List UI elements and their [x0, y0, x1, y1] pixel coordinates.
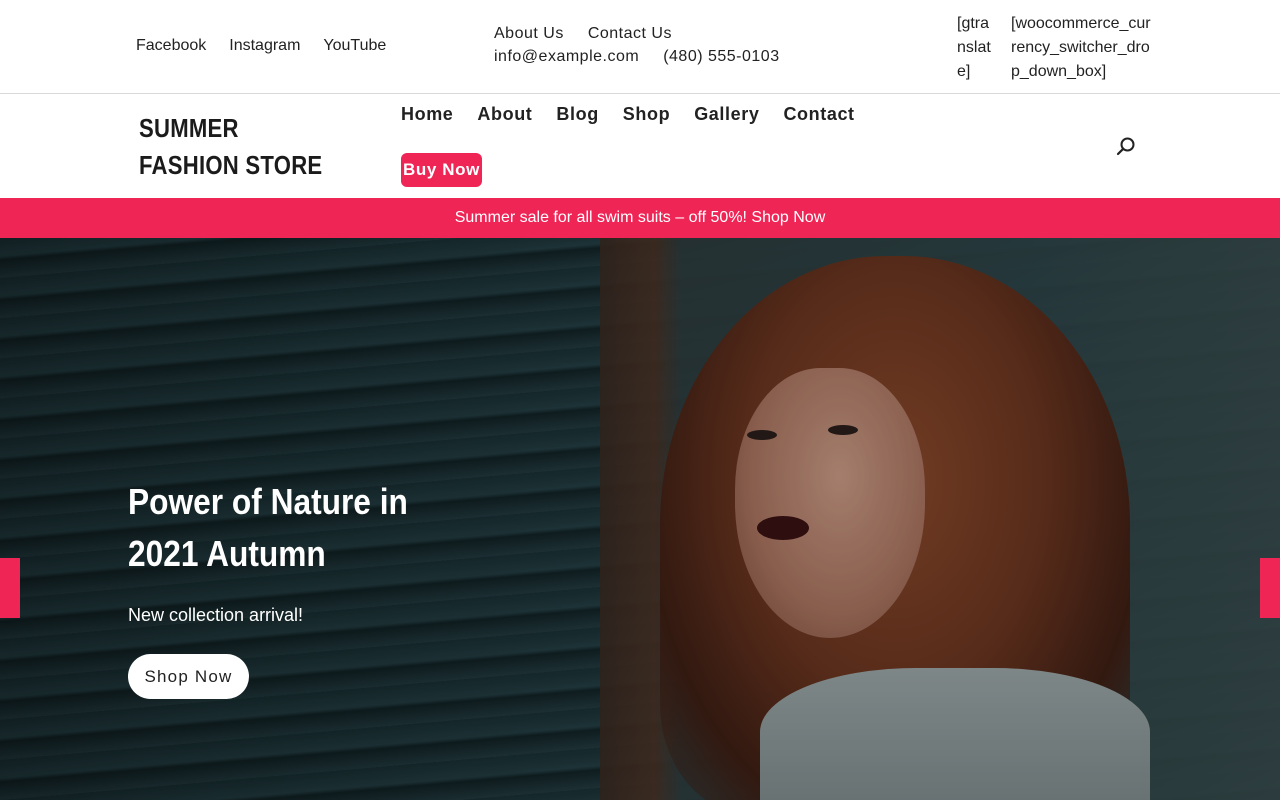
nav-contact[interactable]: Contact	[783, 104, 854, 125]
nav-blog[interactable]: Blog	[556, 104, 598, 125]
top-links: About Us Contact Us info@example.com (48…	[494, 25, 780, 66]
main-nav: Home About Blog Shop Gallery Contact	[401, 104, 855, 125]
hero-slider: Power of Nature in 2021 Autumn New colle…	[0, 238, 1280, 800]
nav-gallery[interactable]: Gallery	[694, 104, 759, 125]
instagram-link[interactable]: Instagram	[229, 37, 300, 55]
hero-shop-now-button[interactable]: Shop Now	[128, 654, 249, 699]
nav-home[interactable]: Home	[401, 104, 453, 125]
slider-prev-arrow[interactable]	[0, 558, 20, 618]
site-logo[interactable]: SUMMER FASHION STORE	[139, 110, 326, 184]
top-bar: Facebook Instagram YouTube About Us Cont…	[0, 0, 1280, 94]
search-icon[interactable]	[1116, 136, 1136, 156]
promo-banner[interactable]: Summer sale for all swim suits – off 50%…	[0, 198, 1280, 238]
translate-shortcode: [gtranslate]	[957, 15, 991, 80]
about-us-link[interactable]: About Us	[494, 25, 564, 43]
nav-shop[interactable]: Shop	[623, 104, 670, 125]
contact-us-link[interactable]: Contact Us	[588, 25, 672, 43]
currency-shortcode: [woocommerce_currency_switcher_drop_down…	[1011, 15, 1151, 80]
hero-subtitle: New collection arrival!	[128, 605, 304, 625]
site-header: SUMMER FASHION STORE Home About Blog Sho…	[0, 94, 1280, 198]
buy-now-button[interactable]: Buy Now	[401, 153, 482, 187]
facebook-link[interactable]: Facebook	[136, 37, 206, 55]
slider-next-arrow[interactable]	[1260, 558, 1280, 618]
hero-title: Power of Nature in 2021 Autumn	[128, 481, 408, 574]
phone-link[interactable]: (480) 555-0103	[663, 48, 779, 66]
youtube-link[interactable]: YouTube	[323, 37, 386, 55]
social-links: Facebook Instagram YouTube	[136, 37, 386, 55]
email-link[interactable]: info@example.com	[494, 48, 639, 66]
nav-about[interactable]: About	[477, 104, 532, 125]
